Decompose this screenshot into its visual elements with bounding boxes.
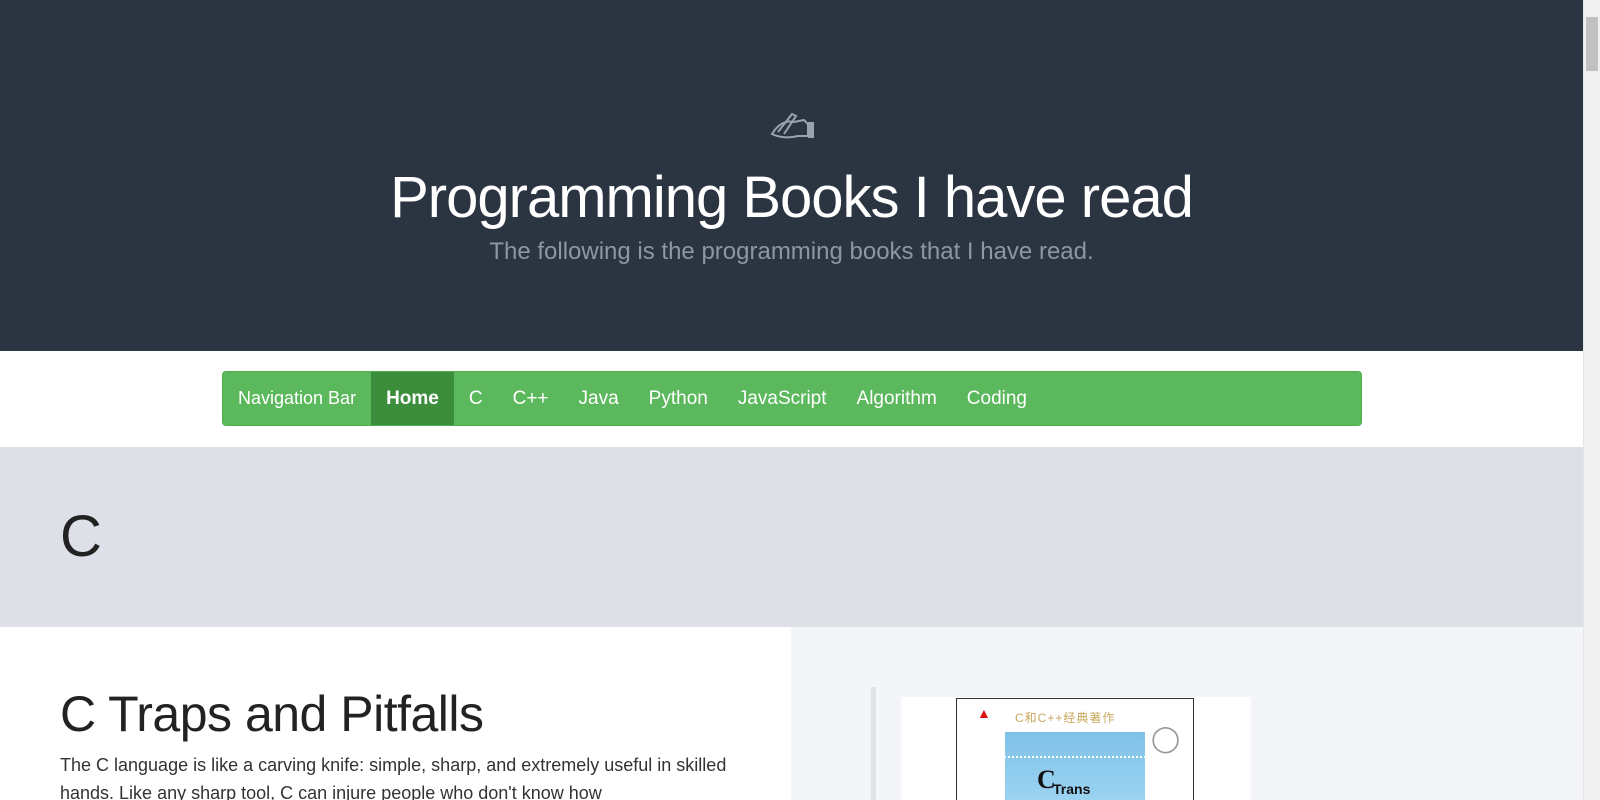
book-cover-frame: ▲ C和C++经典著作 ◯ C Trans [901, 697, 1251, 800]
hand-writing-icon [770, 112, 814, 139]
vertical-divider [871, 687, 876, 800]
navigation-bar: Navigation Bar Home C C++ Java Python Ja… [222, 371, 1362, 426]
page-subtitle: The following is the programming books t… [489, 238, 1094, 265]
book-cover-image[interactable]: ▲ C和C++经典著作 ◯ C Trans [956, 698, 1194, 800]
nav-item-coding[interactable]: Coding [952, 372, 1042, 425]
nav-item-python[interactable]: Python [634, 372, 723, 425]
book-info: C Traps and Pitfalls The C language is l… [0, 627, 791, 800]
book-cover-panel: ▲ C和C++经典著作 ◯ C Trans [791, 627, 1583, 800]
nav-item-javascript[interactable]: JavaScript [723, 372, 842, 425]
cover-series-text: C和C++经典著作 [1015, 711, 1116, 725]
nav-item-c[interactable]: C [454, 372, 498, 425]
publisher-logo-icon: ▲ [977, 705, 991, 721]
nav-container: Navigation Bar Home C C++ Java Python Ja… [0, 351, 1583, 447]
section-header: C [0, 447, 1583, 627]
nav-item-cpp[interactable]: C++ [498, 372, 564, 425]
section-title: C [60, 504, 102, 569]
book-description: The C language is like a carving knife: … [60, 755, 727, 800]
cover-title-word: Trans [1053, 781, 1091, 797]
nav-item-home[interactable]: Home [371, 372, 454, 425]
nav-item-java[interactable]: Java [564, 372, 634, 425]
nav-item-algorithm[interactable]: Algorithm [842, 372, 952, 425]
book-title: C Traps and Pitfalls [60, 686, 484, 742]
cover-c-logo-icon: ◯ [1151, 723, 1181, 753]
page-title: Programming Books I have read [390, 165, 1194, 230]
page-scrollbar[interactable] [1583, 0, 1600, 800]
nav-brand[interactable]: Navigation Bar [223, 372, 371, 425]
scrollbar-thumb[interactable] [1586, 17, 1598, 71]
hero-header: Programming Books I have read The follow… [0, 0, 1583, 351]
